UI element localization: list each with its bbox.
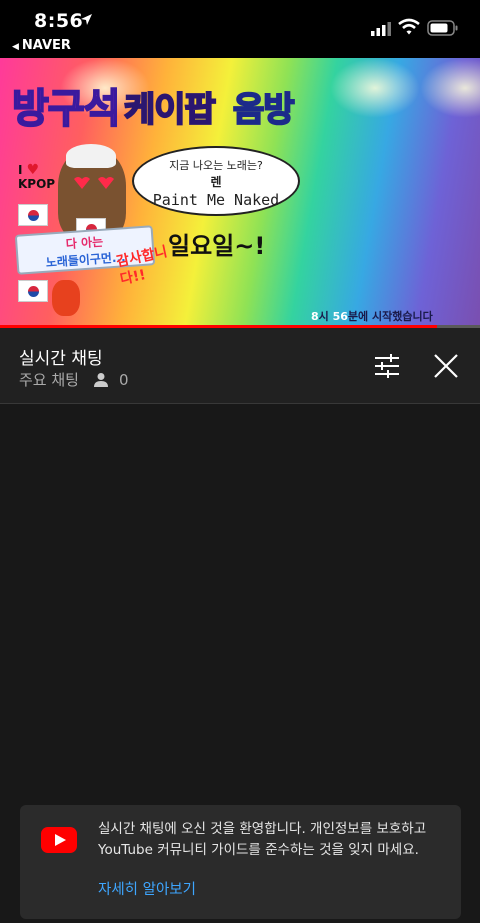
back-to-app-button[interactable]: ◀ NAVER [12, 38, 71, 53]
thanks-line2: 다!! [118, 267, 148, 288]
live-chat-title: 실시간 채팅 [19, 349, 103, 369]
heart-glasses-icon [74, 177, 114, 189]
i-love-kpop-sign: I ♥ KPOP [18, 163, 55, 191]
start-rest: 분에 시작했습니다 [347, 310, 433, 323]
cellular-signal-icon [371, 22, 391, 36]
learn-more-link[interactable]: 자세히 알아보기 [98, 878, 196, 899]
stage-light [420, 58, 480, 118]
now-playing-artist: 렌 [210, 175, 222, 189]
status-bar: 8:56 ◀ NAVER [0, 0, 480, 58]
battery-icon [427, 20, 458, 36]
stream-start-time: 8시 56분에 시작했습니다 [311, 308, 433, 324]
thumbnail-title-part2: 케이팝 [123, 89, 217, 131]
korea-flag-image [18, 280, 48, 302]
close-icon[interactable] [432, 352, 460, 380]
start-hour: 8 [311, 310, 319, 323]
live-chat-header: 실시간 채팅 주요 채팅 0 [0, 328, 480, 404]
chat-filter-icon[interactable] [372, 352, 402, 380]
i-love-text: I [18, 163, 23, 177]
start-minute: 56 [332, 310, 348, 323]
person-icon [93, 372, 108, 387]
chat-mode-selector[interactable]: 주요 채팅 0 [19, 369, 129, 390]
start-hour-unit: 시 [318, 310, 333, 323]
chat-mode-label: 주요 채팅 [19, 371, 79, 389]
viewer-count: 0 [118, 370, 129, 389]
thumbnail-sunday-text: 일요일~! [168, 232, 266, 260]
video-player[interactable]: 방구석 케이팝 음방 I ♥ KPOP 지금 나오는 노래는? 렌 Paint … [0, 58, 480, 326]
status-time: 8:56 [34, 10, 84, 32]
welcome-notice: 실시간 채팅에 오신 것을 환영합니다. 개인정보를 보호하고 YouTube … [20, 805, 461, 919]
dog-hat [66, 144, 116, 168]
kpop-text: KPOP [18, 177, 56, 191]
location-arrow-icon [81, 14, 92, 25]
thumbnail-title-part3: 음방 [232, 89, 296, 131]
now-playing-bubble: 지금 나오는 노래는? 렌 Paint Me Naked [132, 146, 300, 216]
now-playing-label: 지금 나오는 노래는? [169, 159, 263, 172]
now-playing-song: Paint Me Naked [152, 191, 280, 209]
wifi-icon [398, 18, 420, 35]
korea-flag-image [18, 204, 48, 226]
youtube-logo-icon [41, 827, 77, 853]
back-app-label: NAVER [21, 38, 71, 53]
stage-light [330, 58, 420, 118]
guitar-image [52, 280, 80, 316]
back-triangle-icon: ◀ [12, 42, 19, 52]
thumbnail-title-part1: 방구석 [11, 85, 121, 133]
welcome-message: 실시간 채팅에 오신 것을 환영합니다. 개인정보를 보호하고 YouTube … [98, 821, 427, 858]
heart-icon: ♥ [26, 162, 40, 178]
